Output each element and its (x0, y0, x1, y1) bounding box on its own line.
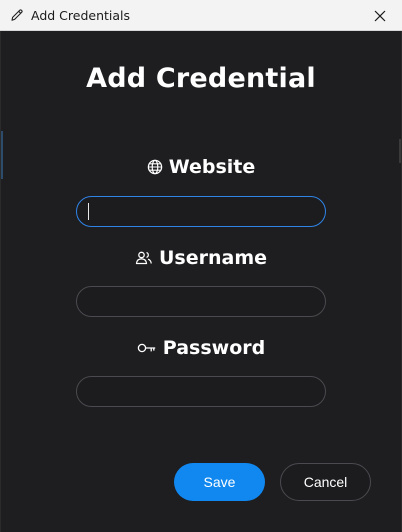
text-cursor (88, 203, 89, 220)
edit-pencil-icon (11, 9, 23, 21)
password-label: Password (0, 337, 402, 359)
window-title: Add Credentials (31, 8, 131, 23)
username-input[interactable] (76, 286, 326, 317)
password-input[interactable] (76, 376, 326, 407)
cancel-button[interactable]: Cancel (280, 463, 371, 501)
username-label: Username (0, 247, 402, 269)
globe-icon (147, 159, 162, 175)
website-input[interactable] (76, 196, 326, 227)
close-icon (374, 10, 386, 21)
username-label-text: Username (158, 247, 268, 269)
page-title: Add Credential (86, 63, 316, 94)
close-button[interactable] (358, 0, 402, 31)
title-bar: Add Credentials (0, 0, 402, 31)
website-label: Website (0, 156, 402, 178)
dialog-body (0, 31, 402, 532)
key-icon (137, 343, 155, 353)
password-label-text: Password (162, 337, 266, 359)
save-button[interactable]: Save (174, 463, 265, 501)
website-label-text: Website (168, 156, 256, 178)
users-icon (135, 251, 152, 265)
